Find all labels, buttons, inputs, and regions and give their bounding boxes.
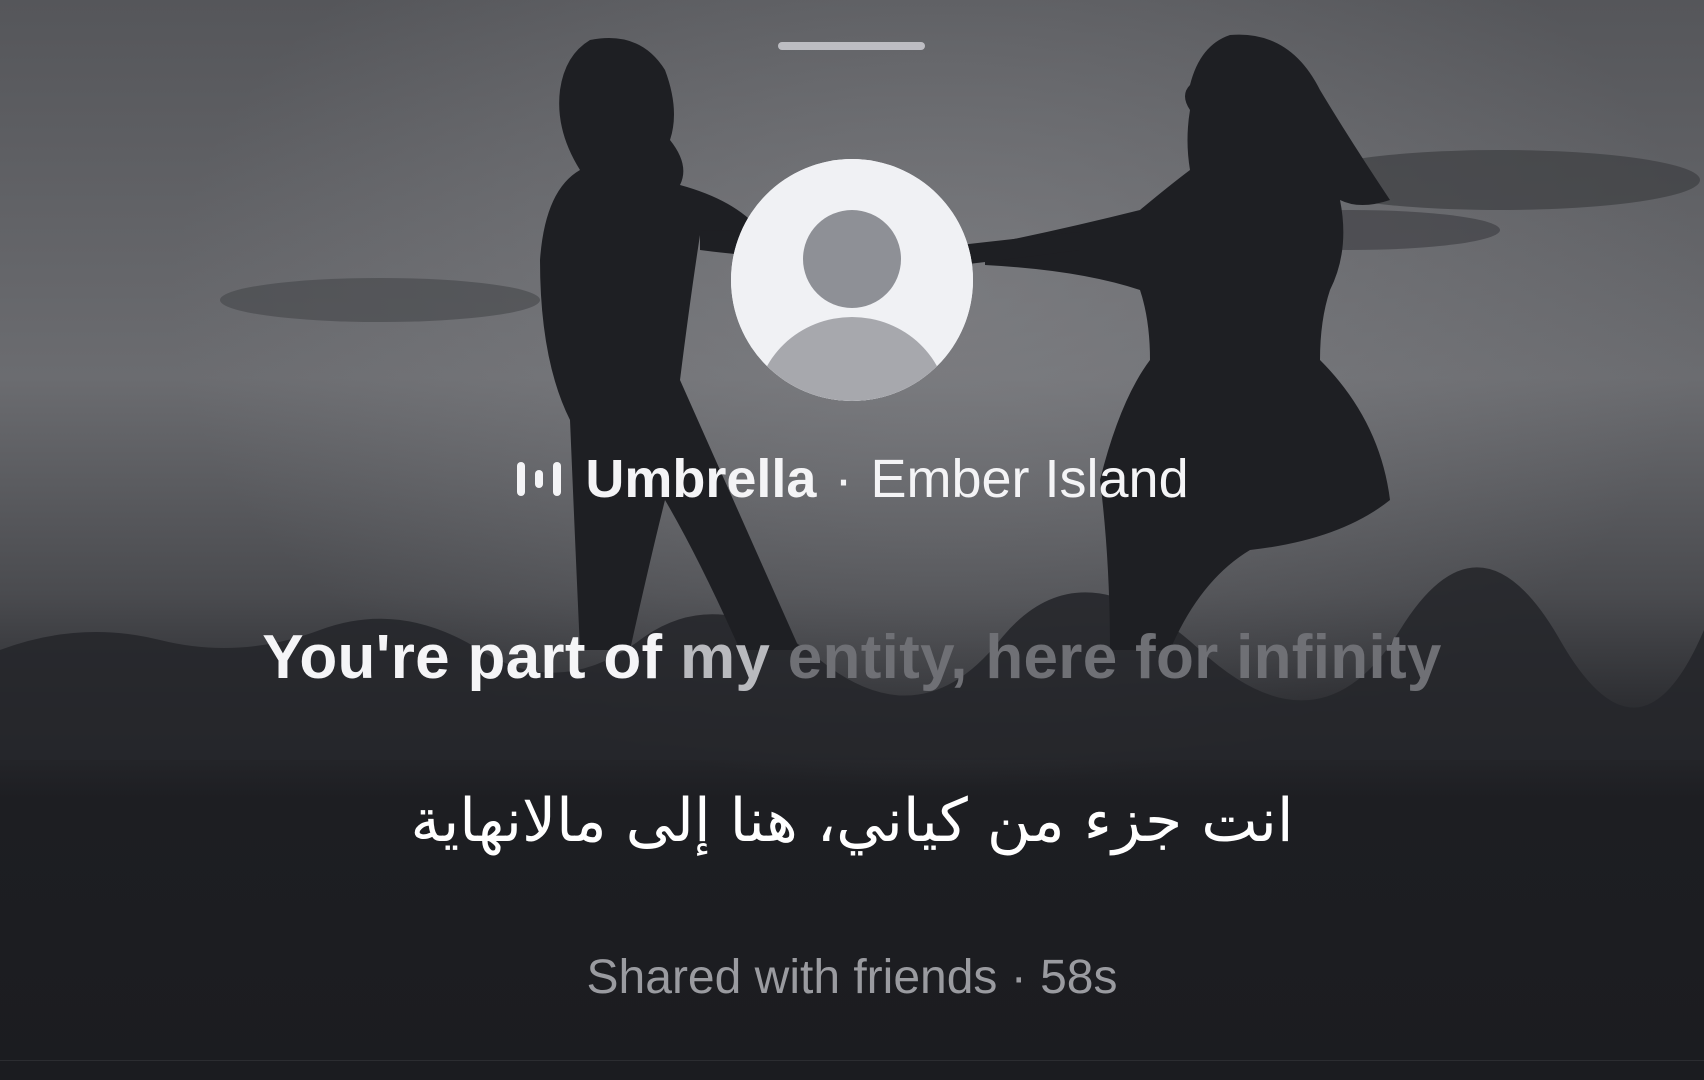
audio-waveform-icon (517, 462, 562, 496)
lyrics-share-sheet: Umbrella · Ember Island You're part of m… (0, 0, 1704, 1080)
track-info[interactable]: Umbrella · Ember Island (0, 444, 1704, 514)
track-artist: Ember Island (870, 449, 1189, 509)
track-title: Umbrella (585, 449, 817, 509)
default-profile-icon (731, 159, 973, 401)
sheet-grabber-handle[interactable] (778, 42, 925, 50)
profile-avatar[interactable] (731, 159, 973, 401)
lyric-translation: انت جزء من كياني، هنا إلى مالانهاية (410, 786, 1294, 856)
share-status: Shared with friends · 58s (586, 951, 1118, 1004)
lyric-line: You're part of my entity, here for infin… (0, 622, 1704, 702)
track-separator: · (834, 449, 853, 509)
lyric-current-word: my (679, 623, 771, 692)
lyric-sung-text: You're part of (262, 623, 663, 692)
divider (0, 1060, 1704, 1061)
lyric-upcoming-text: entity, here for infinity (787, 623, 1442, 692)
